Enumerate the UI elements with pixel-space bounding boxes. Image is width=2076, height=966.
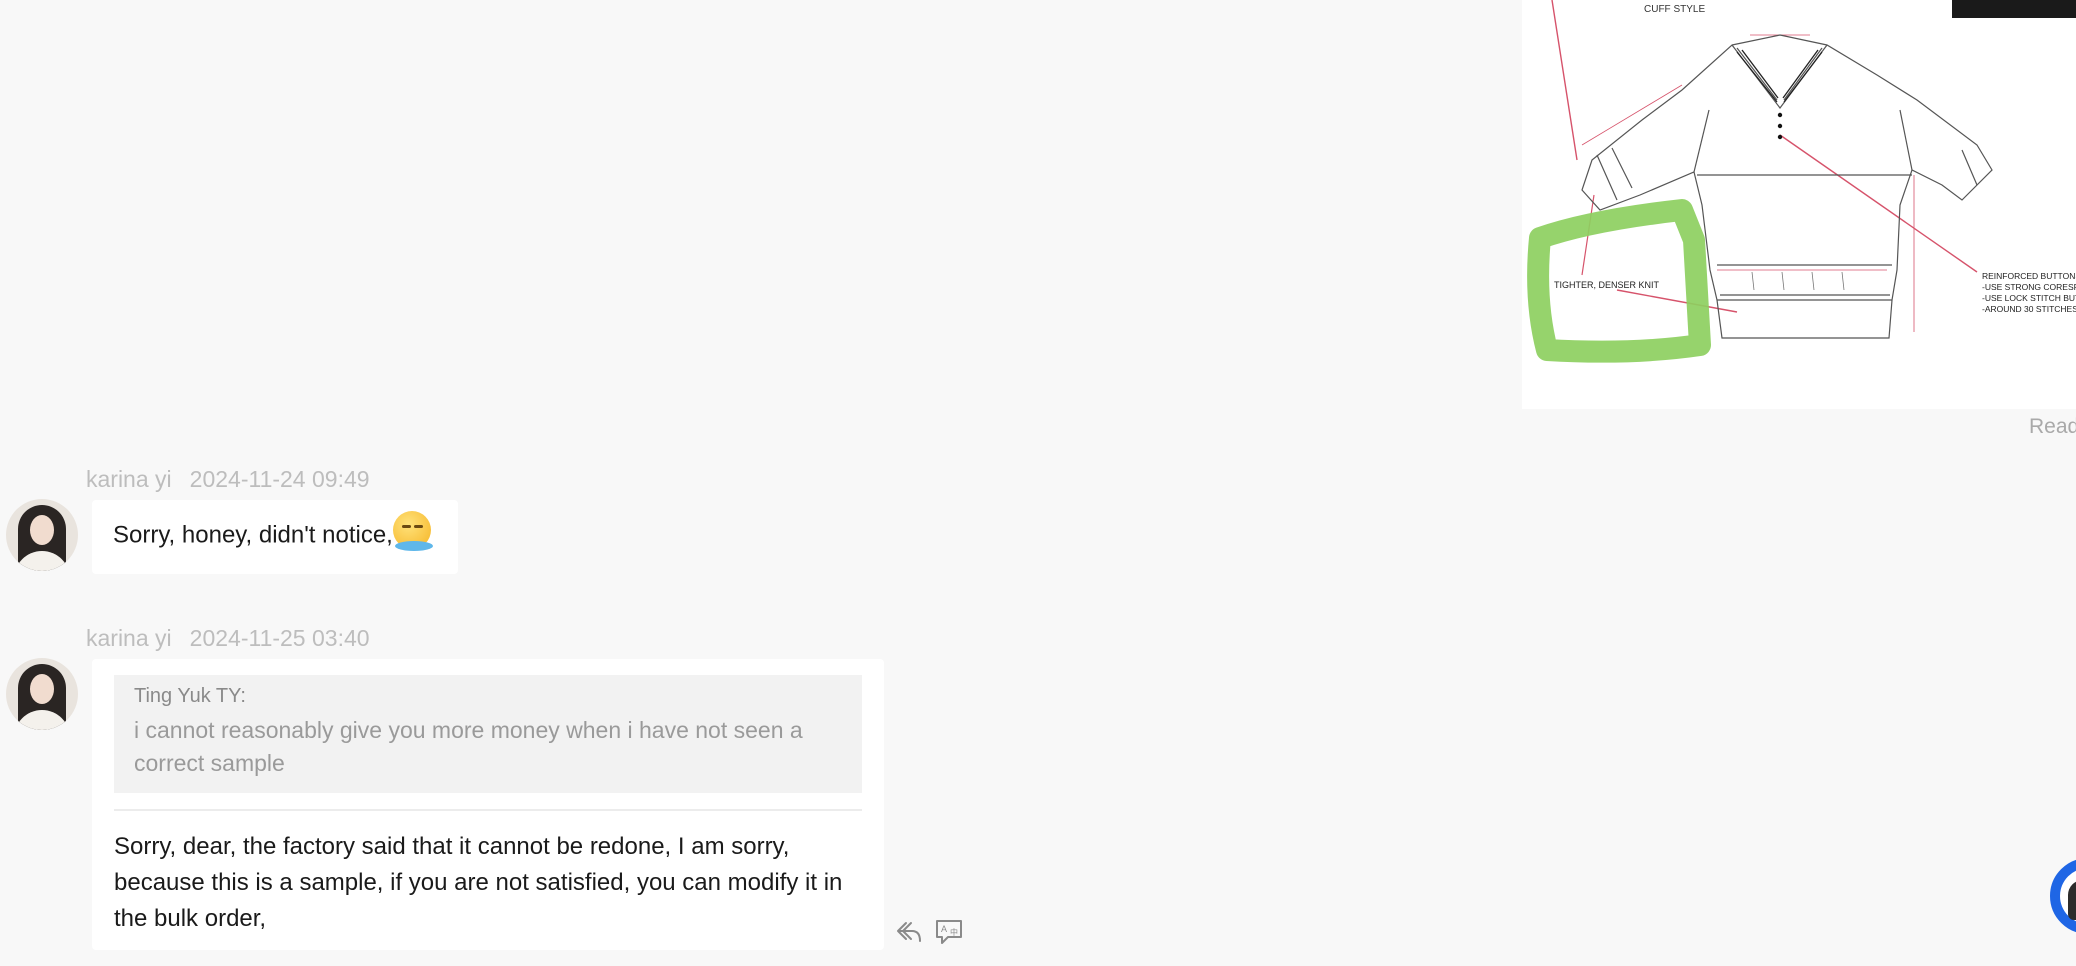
quoted-message[interactable]: Ting Yuk TY: i cannot reasonably give yo… [114, 675, 862, 793]
message-meta: karina yi 2024-11-25 03:40 [86, 625, 370, 652]
divider [114, 809, 862, 811]
chat-view: CUFF STYLE TIGHTER, DENSER KNIT REINFORC… [0, 0, 2076, 966]
message-bubble[interactable]: Ting Yuk TY: i cannot reasonably give yo… [92, 659, 884, 950]
garment-sketch: CUFF STYLE TIGHTER, DENSER KNIT REINFORC… [1527, 0, 2076, 363]
side-avatar[interactable] [2050, 858, 2076, 934]
reinforced-label-1: REINFORCED BUTTONS [1982, 271, 2076, 281]
quote-text: i cannot reasonably give you more money … [134, 717, 803, 776]
quote-author: Ting Yuk TY: [134, 685, 246, 707]
avatar[interactable] [6, 658, 78, 730]
message-time: 2024-11-25 03:40 [189, 625, 370, 651]
sender-name: karina yi [86, 625, 172, 651]
reply-icon[interactable] [892, 915, 926, 949]
image-attachment[interactable]: CUFF STYLE TIGHTER, DENSER KNIT REINFORC… [1522, 0, 2076, 409]
reinforced-label-3: -USE LOCK STITCH BUTTO [1982, 293, 2076, 303]
message-text: Sorry, dear, the factory said that it ca… [114, 833, 843, 932]
sender-name: karina yi [86, 466, 172, 492]
translate-icon[interactable]: A 中 [932, 915, 966, 949]
svg-text:A: A [941, 924, 947, 934]
avatar[interactable] [6, 499, 78, 571]
svg-text:中: 中 [950, 927, 958, 937]
message-meta: karina yi 2024-11-24 09:49 [86, 466, 370, 493]
tighter-knit-label: TIGHTER, DENSER KNIT [1554, 280, 1660, 290]
message-time: 2024-11-24 09:49 [189, 466, 370, 492]
crying-face-icon [392, 511, 433, 551]
reinforced-label-2: -USE STRONG CORESPUN [1982, 282, 2076, 292]
read-status: Read [2029, 415, 2076, 438]
cuff-style-label: CUFF STYLE [1644, 4, 1705, 15]
message-text: Sorry, honey, didn't notice, [113, 521, 393, 549]
message-bubble[interactable]: Sorry, honey, didn't notice, [92, 500, 458, 574]
reinforced-label-4: -AROUND 30 STITCHES [1982, 304, 2076, 314]
